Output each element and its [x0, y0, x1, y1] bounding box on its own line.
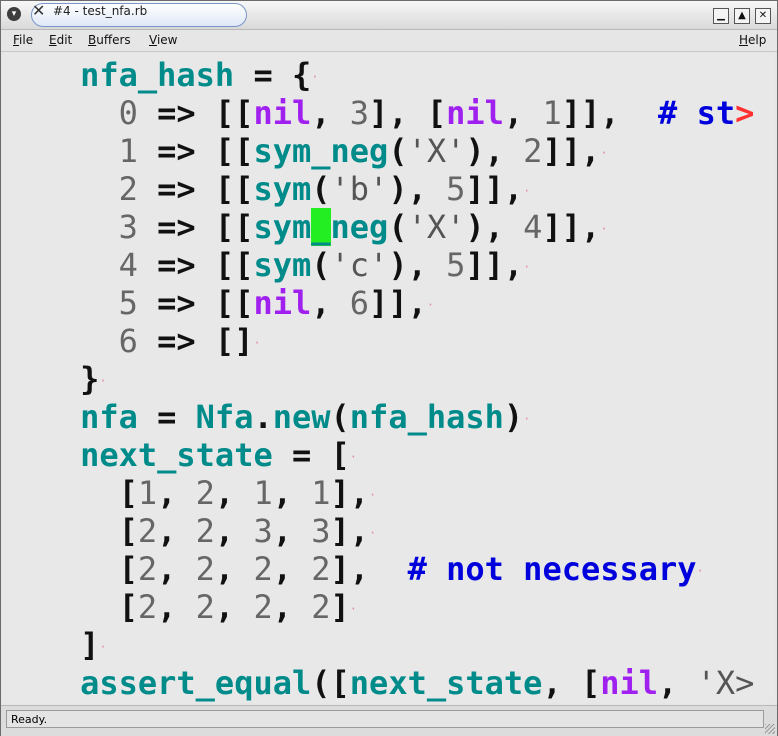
- editor-window: ▾ ✕ #4 - test_nfa.rb ▁ ▲ ✕ File Edit Buf…: [0, 0, 778, 736]
- eol-marker: ·: [696, 564, 704, 578]
- code-line: next_state = [·: [80, 436, 358, 474]
- eol-marker: ·: [99, 640, 107, 654]
- code-line: nfa_hash = {·: [80, 56, 319, 94]
- eol-marker: ·: [523, 260, 531, 274]
- code-line: [1, 2, 1, 1],·: [118, 474, 377, 512]
- code-line: 0 => [[nil, 3], [nil, 1]], # st>: [118, 94, 755, 132]
- code-line: 3 => [[sym_neg('X'), 4]],·: [118, 208, 608, 246]
- code-line: ]·: [80, 626, 107, 664]
- app-x-icon: ✕: [32, 1, 46, 20]
- menu-view[interactable]: View: [149, 33, 177, 47]
- status-text: Ready.: [6, 710, 764, 728]
- code-line: 4 => [[sym('c'), 5]],·: [118, 246, 531, 284]
- menu-file[interactable]: File: [13, 33, 33, 47]
- eol-marker: ·: [426, 298, 435, 312]
- menu-buffers[interactable]: Buffers: [88, 33, 131, 47]
- code-line: [2, 2, 2, 2]·: [118, 588, 358, 626]
- eol-marker: ·: [369, 488, 377, 502]
- eol-marker: ·: [349, 450, 358, 464]
- code-line: assert_equal([next_state, [nil, 'X>: [80, 664, 755, 702]
- eol-marker: ·: [523, 184, 531, 198]
- eol-marker: ·: [600, 146, 608, 160]
- eol-marker: ·: [349, 602, 358, 616]
- code-line: 2 => [[sym('b'), 5]],·: [118, 170, 531, 208]
- status-bar: Ready.: [1, 705, 777, 736]
- code-line: 5 => [[nil, 6]],·: [118, 284, 435, 322]
- eol-marker: ·: [253, 336, 261, 350]
- eol-marker: ·: [311, 70, 319, 84]
- menu-help[interactable]: Help: [739, 33, 766, 47]
- code-line: [2, 2, 2, 2], # not necessary·: [118, 550, 704, 588]
- code-line: nfa = Nfa.new(nfa_hash)·: [80, 398, 531, 436]
- close-button[interactable]: ✕: [755, 8, 771, 24]
- code-line: 6 => []·: [118, 322, 261, 360]
- window-title: #4 - test_nfa.rb: [53, 4, 148, 18]
- menu-bar: File Edit Buffers View Help: [1, 30, 777, 52]
- eol-marker: ·: [600, 222, 608, 236]
- code-line: }·: [80, 360, 107, 398]
- eol-marker: ·: [369, 526, 377, 540]
- code-editor[interactable]: nfa_hash = {· 0 => [[nil, 3], [nil, 1]],…: [3, 53, 775, 703]
- menu-edit[interactable]: Edit: [49, 33, 72, 47]
- code-line: [2, 2, 3, 3],·: [118, 512, 377, 550]
- minimize-button[interactable]: ▁: [713, 8, 729, 24]
- text-cursor: _: [311, 208, 331, 246]
- code-line: 1 => [[sym_neg('X'), 2]],·: [118, 132, 608, 170]
- title-bar[interactable]: ▾ ✕ #4 - test_nfa.rb ▁ ▲ ✕: [1, 1, 777, 30]
- eol-marker: ·: [523, 412, 531, 426]
- window-menu-button[interactable]: ▾: [7, 7, 21, 21]
- maximize-button[interactable]: ▲: [734, 8, 750, 24]
- eol-marker: ·: [99, 374, 107, 388]
- resize-grip[interactable]: [765, 724, 775, 734]
